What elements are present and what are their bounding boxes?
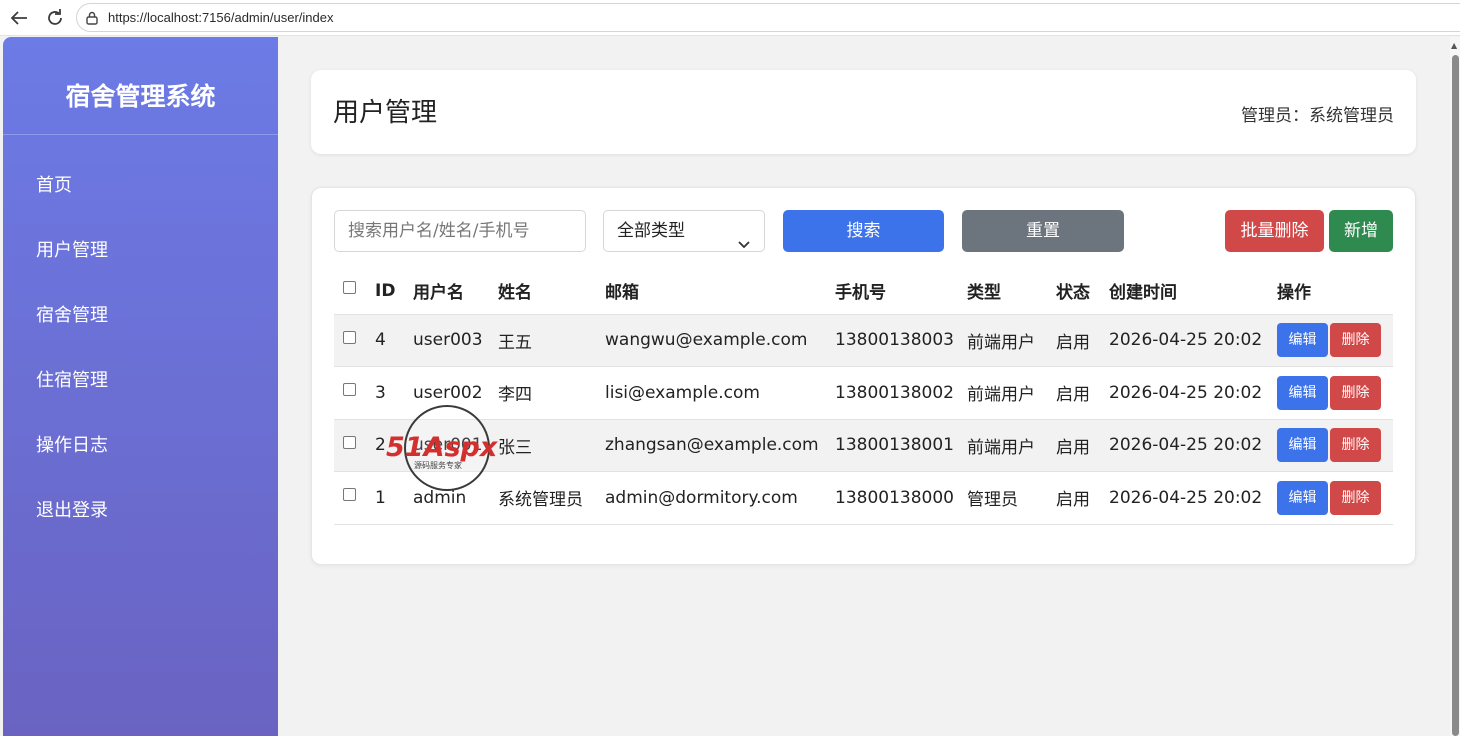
cell-type: 前端用户 [961, 313, 1050, 367]
col-id: ID [375, 280, 396, 301]
back-arrow-icon[interactable] [7, 6, 31, 30]
edit-button[interactable]: 编辑 [1277, 428, 1328, 463]
cell-username: user002 [407, 366, 492, 419]
table-row: 4 user003 王五 wangwu@example.com 13800138… [334, 313, 1393, 367]
edit-button[interactable]: 编辑 [1277, 480, 1328, 515]
col-created: 创建时间 [1109, 283, 1177, 304]
header-card: 用户管理 管理员：系统管理员 [311, 70, 1416, 154]
cell-name: 李四 [492, 366, 599, 419]
cell-id: 2 [369, 418, 407, 472]
cell-username: user003 [407, 313, 492, 367]
col-email: 邮箱 [605, 283, 639, 304]
select-all-checkbox[interactable] [343, 281, 356, 295]
page-scrollbar[interactable]: ▲ [1450, 37, 1460, 736]
users-table: ID 用户名 姓名 邮箱 手机号 类型 状态 创建时间 操作 4 user003… [334, 268, 1393, 525]
batch-delete-button[interactable]: 批量删除 [1225, 210, 1324, 252]
cell-created: 2026-04-25 20:02 [1103, 366, 1271, 419]
user-list-card: 全部类型 搜索 重置 批量删除 新增 ID 用户名 姓名 邮箱 手机号 类型 状… [311, 187, 1416, 565]
admin-info: 管理员：系统管理员 [1241, 106, 1394, 126]
cell-type: 前端用户 [961, 366, 1050, 419]
cell-id: 3 [369, 366, 407, 419]
cell-id: 4 [369, 313, 407, 367]
table-header-row: ID 用户名 姓名 邮箱 手机号 类型 状态 创建时间 操作 [334, 268, 1393, 314]
delete-button[interactable]: 删除 [1330, 480, 1381, 515]
table-row: 3 user002 李四 lisi@example.com 1380013800… [334, 366, 1393, 419]
cell-phone: 13800138003 [829, 313, 961, 367]
reset-button[interactable]: 重置 [962, 210, 1124, 252]
sidebar-item-home[interactable]: 首页 [3, 153, 278, 218]
sidebar-item-lodging[interactable]: 住宿管理 [3, 348, 278, 413]
edit-button[interactable]: 编辑 [1277, 375, 1328, 410]
edit-button[interactable]: 编辑 [1277, 323, 1328, 358]
cell-status: 启用 [1050, 366, 1103, 419]
cell-name: 系统管理员 [492, 471, 599, 525]
page-title: 用户管理 [333, 98, 438, 128]
table-row: 2 user001 张三 zhangsan@example.com 138001… [334, 418, 1393, 472]
cell-status: 启用 [1050, 313, 1103, 367]
cell-type: 管理员 [961, 471, 1050, 525]
col-type: 类型 [967, 283, 1001, 304]
type-select-value: 全部类型 [617, 221, 685, 241]
cell-created: 2026-04-25 20:02 [1103, 418, 1271, 472]
add-button[interactable]: 新增 [1329, 210, 1393, 252]
cell-email: zhangsan@example.com [599, 418, 829, 472]
cell-status: 启用 [1050, 471, 1103, 525]
cell-username: user001 [407, 418, 492, 472]
cell-actions: 编辑 删除 [1271, 313, 1393, 367]
col-status: 状态 [1056, 283, 1090, 304]
row-checkbox[interactable] [343, 330, 356, 344]
search-button[interactable]: 搜索 [783, 210, 944, 252]
cell-email: wangwu@example.com [599, 313, 829, 367]
cell-actions: 编辑 删除 [1271, 366, 1393, 419]
cell-email: lisi@example.com [599, 366, 829, 419]
sidebar: 宿舍管理系统 首页 用户管理 宿舍管理 住宿管理 操作日志 退出登录 [3, 37, 278, 736]
sidebar-item-logs[interactable]: 操作日志 [3, 413, 278, 478]
scrollbar-thumb[interactable] [1452, 55, 1459, 736]
cell-phone: 13800138001 [829, 418, 961, 472]
address-bar[interactable]: https://localhost:7156/admin/user/index [76, 3, 1460, 32]
delete-button[interactable]: 删除 [1330, 375, 1381, 410]
cell-email: admin@dormitory.com [599, 471, 829, 525]
cell-status: 启用 [1050, 418, 1103, 472]
brand-title: 宿舍管理系统 [3, 37, 278, 135]
sidebar-item-logout[interactable]: 退出登录 [3, 478, 278, 543]
cell-phone: 13800138002 [829, 366, 961, 419]
url-text: https://localhost:7156/admin/user/index [108, 10, 334, 25]
reload-icon[interactable] [43, 6, 67, 30]
sidebar-item-dorms[interactable]: 宿舍管理 [3, 283, 278, 348]
row-checkbox[interactable] [343, 383, 356, 397]
cell-actions: 编辑 删除 [1271, 418, 1393, 472]
row-checkbox[interactable] [343, 435, 356, 449]
sidebar-item-users[interactable]: 用户管理 [3, 218, 278, 283]
delete-button[interactable]: 删除 [1330, 428, 1381, 463]
chevron-down-icon [738, 225, 750, 249]
lock-icon [86, 10, 98, 25]
col-username: 用户名 [413, 283, 464, 304]
col-name: 姓名 [498, 283, 532, 304]
cell-created: 2026-04-25 20:02 [1103, 471, 1271, 525]
sidebar-menu: 首页 用户管理 宿舍管理 住宿管理 操作日志 退出登录 [3, 135, 278, 543]
cell-name: 王五 [492, 313, 599, 367]
browser-toolbar: https://localhost:7156/admin/user/index [0, 0, 1460, 36]
cell-phone: 13800138000 [829, 471, 961, 525]
cell-actions: 编辑 删除 [1271, 471, 1393, 525]
delete-button[interactable]: 删除 [1330, 323, 1381, 358]
row-checkbox[interactable] [343, 488, 356, 502]
search-input[interactable] [334, 210, 586, 252]
cell-created: 2026-04-25 20:02 [1103, 313, 1271, 367]
type-select[interactable]: 全部类型 [603, 210, 765, 252]
scroll-up-icon[interactable]: ▲ [1451, 41, 1457, 50]
cell-username: admin [407, 471, 492, 525]
table-row: 1 admin 系统管理员 admin@dormitory.com 138001… [334, 471, 1393, 525]
cell-type: 前端用户 [961, 418, 1050, 472]
cell-id: 1 [369, 471, 407, 525]
col-phone: 手机号 [835, 283, 886, 304]
cell-name: 张三 [492, 418, 599, 472]
col-actions: 操作 [1277, 283, 1311, 304]
